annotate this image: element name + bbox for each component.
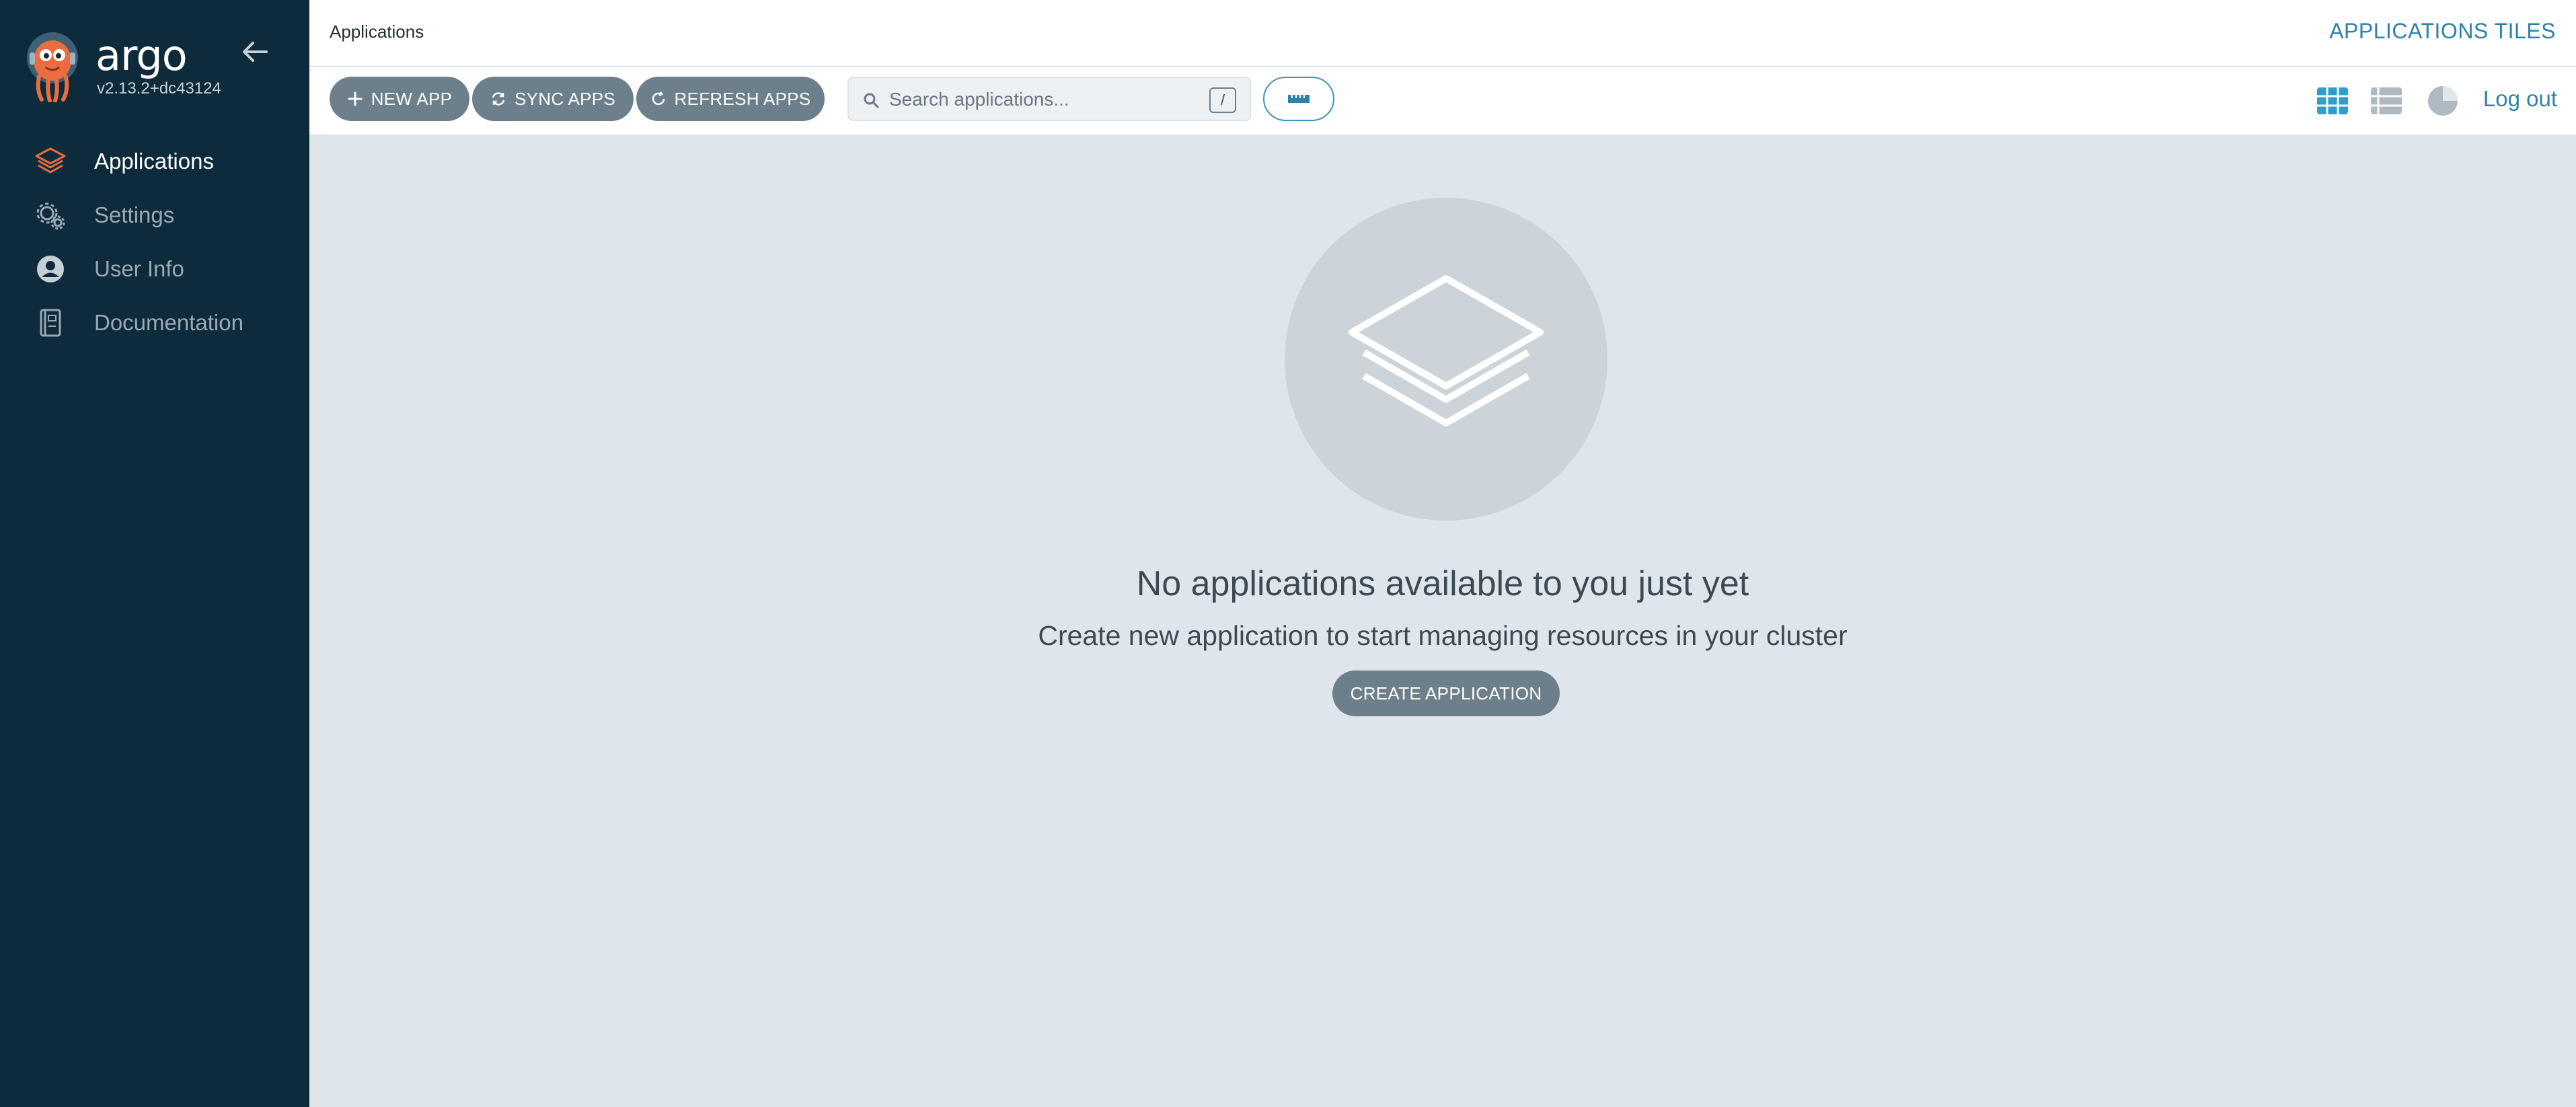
sidebar-item-label: Documentation bbox=[94, 310, 243, 335]
layers-icon bbox=[1349, 275, 1544, 426]
search-shortcut-hint: / bbox=[1209, 87, 1236, 113]
main-content: No applications available to you just ye… bbox=[309, 135, 2576, 1107]
tiles-view-icon[interactable] bbox=[2315, 83, 2350, 118]
empty-state-title: No applications available to you just ye… bbox=[1136, 564, 1749, 603]
sidebar-item-label: User Info bbox=[94, 256, 184, 281]
summary-pie-icon[interactable] bbox=[2425, 83, 2460, 118]
search-input[interactable] bbox=[889, 83, 1185, 116]
argo-octopus-logo[interactable] bbox=[26, 32, 79, 102]
filter-toggle-button[interactable] bbox=[1263, 77, 1334, 121]
refresh-icon bbox=[652, 91, 665, 106]
new-app-label: NEW APP bbox=[371, 88, 453, 109]
new-app-button[interactable]: NEW APP bbox=[330, 77, 469, 121]
logout-link[interactable]: Log out bbox=[2483, 86, 2557, 112]
plus-icon bbox=[348, 91, 363, 106]
search-icon bbox=[864, 93, 879, 108]
sidebar-item-documentation[interactable]: Documentation bbox=[0, 296, 309, 350]
empty-state-subtitle: Create new application to start managing… bbox=[1038, 620, 1848, 651]
page-title: APPLICATIONS TILES bbox=[2329, 19, 2556, 43]
sidebar-nav: Applications Settings User Info Document… bbox=[0, 135, 309, 350]
argo-cd-app: argo v2.13.2+dc43124 Applications Settin… bbox=[0, 0, 2576, 1107]
layers-icon bbox=[34, 145, 67, 178]
empty-state-illustration bbox=[1285, 198, 1607, 521]
collapse-sidebar-arrow-icon[interactable] bbox=[239, 36, 270, 67]
version-label: v2.13.2+dc43124 bbox=[97, 79, 221, 98]
toolbar: NEW APP SYNC APPS REFRESH APPS / bbox=[309, 67, 2576, 135]
breadcrumb[interactable]: Applications bbox=[330, 22, 424, 42]
ruler-icon bbox=[1288, 95, 1310, 103]
top-header: Applications APPLICATIONS TILES bbox=[309, 0, 2576, 67]
sidebar-item-applications[interactable]: Applications bbox=[0, 135, 309, 188]
sync-icon bbox=[492, 92, 505, 106]
refresh-apps-label: REFRESH APPS bbox=[674, 88, 811, 109]
user-circle-icon bbox=[34, 252, 67, 286]
sidebar-item-label: Applications bbox=[94, 149, 214, 174]
sidebar-item-user-info[interactable]: User Info bbox=[0, 242, 309, 296]
refresh-apps-button[interactable]: REFRESH APPS bbox=[636, 77, 825, 121]
gears-icon bbox=[34, 198, 67, 232]
sidebar-item-label: Settings bbox=[94, 202, 175, 227]
create-application-button[interactable]: CREATE APPLICATION bbox=[1332, 671, 1560, 716]
book-icon bbox=[34, 306, 67, 340]
sidebar-item-settings[interactable]: Settings bbox=[0, 188, 309, 242]
brand-name: argo bbox=[96, 31, 188, 80]
list-view-icon[interactable] bbox=[2369, 83, 2404, 118]
sidebar: argo v2.13.2+dc43124 Applications Settin… bbox=[0, 0, 309, 1107]
sync-apps-button[interactable]: SYNC APPS bbox=[472, 77, 634, 121]
sync-apps-label: SYNC APPS bbox=[514, 88, 616, 109]
search-box: / bbox=[847, 77, 1251, 121]
